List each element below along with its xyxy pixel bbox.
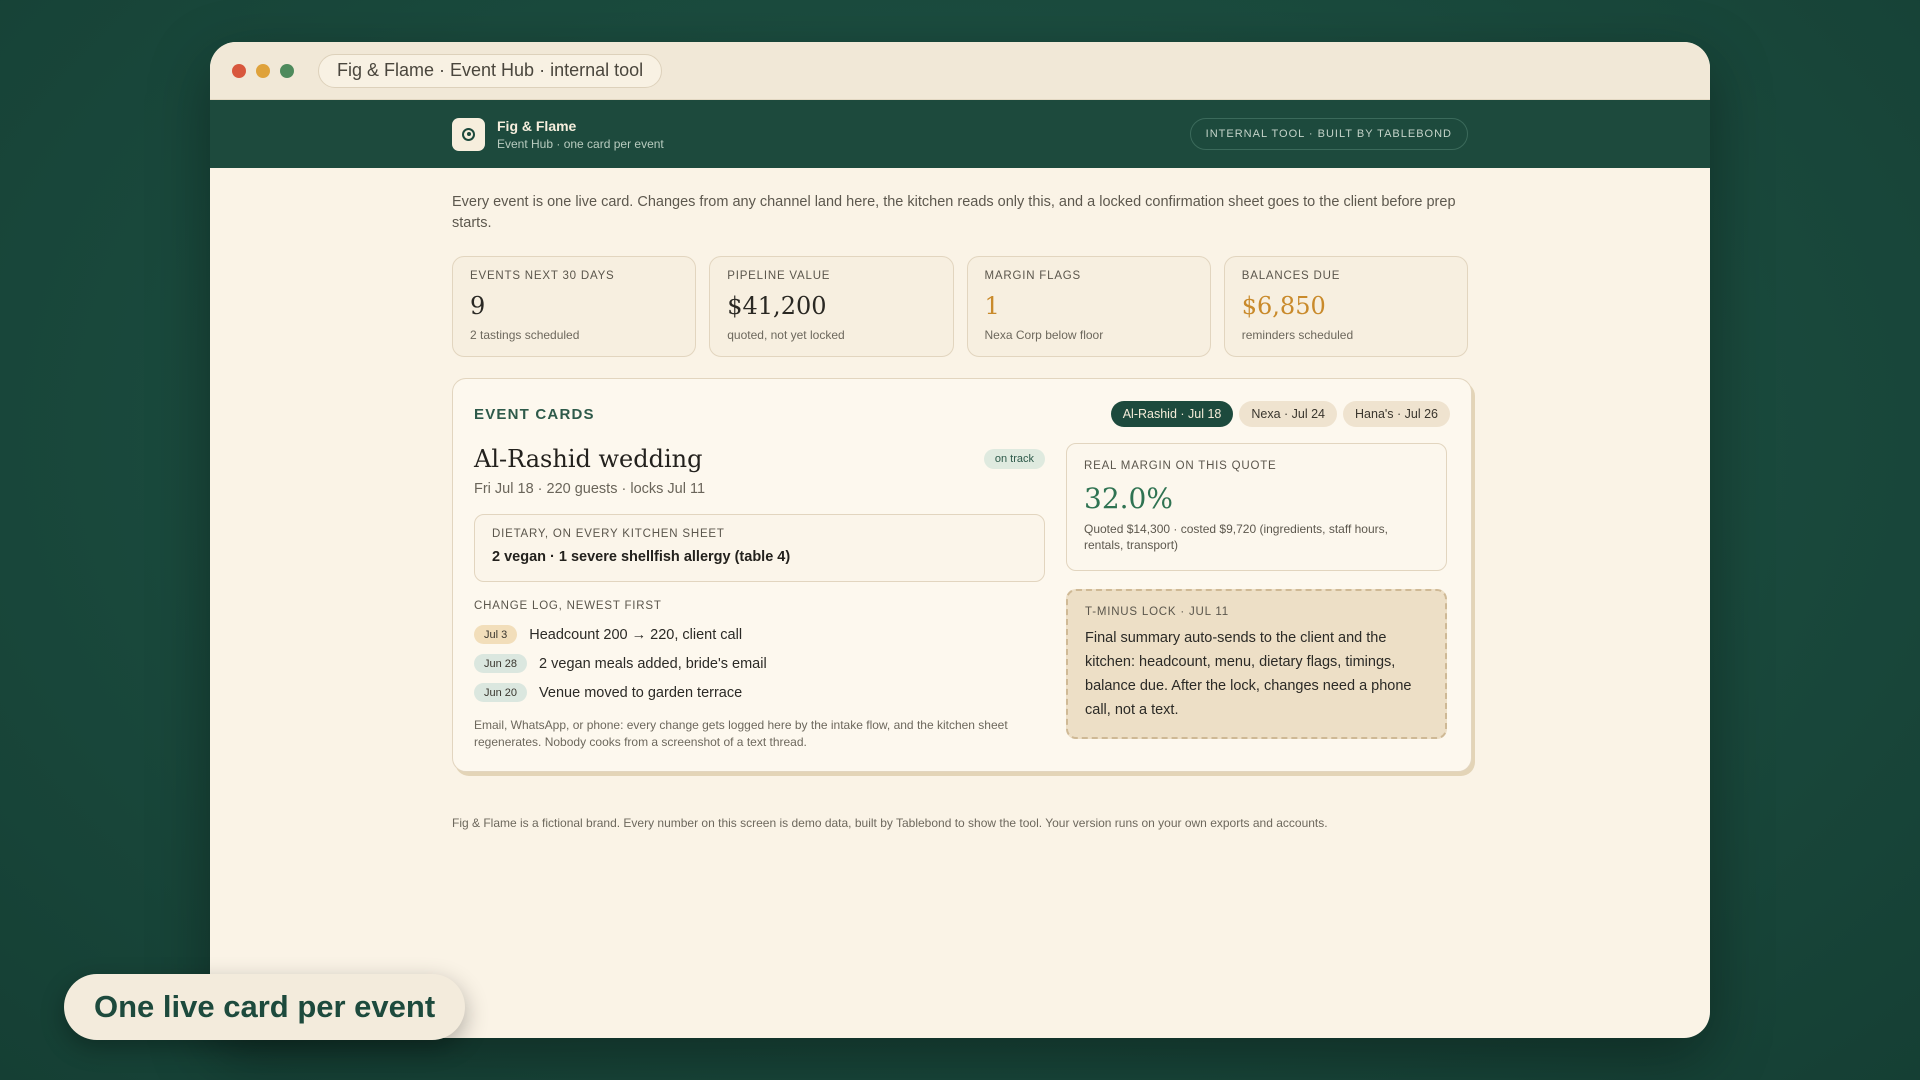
log-note: Email, WhatsApp, or phone: every change … (474, 718, 1008, 749)
event-card: Al-Rashid wedding on track Fri Jul 18 · … (474, 443, 1450, 751)
stats-row: EVENTS NEXT 30 DAYS 9 2 tastings schedul… (452, 256, 1468, 357)
target-icon (452, 117, 485, 151)
stat-label: MARGIN FLAGS (984, 270, 1082, 282)
event-tabs: Al-Rashid · Jul 18 Nexa · Jul 24 Hana's … (1110, 401, 1450, 427)
list-item: Jun 20 Venue moved to garden terrace (474, 678, 1045, 707)
date-chip: Jul 3 (474, 625, 518, 644)
dietary-label: DIETARY, ON EVERY KITCHEN SHEET (492, 528, 725, 540)
stat-balances-due: BALANCES DUE $6,850 reminders scheduled (1223, 256, 1468, 357)
tab-hanas[interactable]: Hana's · Jul 26 (1343, 401, 1450, 427)
event-cards-panel: EVENT CARDS Al-Rashid · Jul 18 Nexa · Ju… (452, 378, 1472, 772)
maximize-window-button[interactable] (280, 63, 294, 78)
stat-margin-flags: MARGIN FLAGS 1 Nexa Corp below floor (966, 256, 1211, 357)
intro-text: Every event is one live card. Changes fr… (452, 194, 1456, 231)
close-window-button[interactable] (232, 63, 246, 78)
list-item: Jul 3 Headcount 200 → 220, client call (474, 620, 1045, 649)
stat-subtext: Nexa Corp below floor (984, 328, 1104, 342)
stat-value: $41,200 (727, 292, 827, 320)
main-content: Every event is one live card. Changes fr… (210, 168, 1710, 830)
margin-box: REAL MARGIN ON THIS QUOTE 32.0% Quoted $… (1066, 443, 1447, 571)
dietary-box: DIETARY, ON EVERY KITCHEN SHEET 2 vegan … (474, 514, 1045, 582)
stat-pipeline-value: PIPELINE VALUE $41,200 quoted, not yet l… (709, 256, 954, 357)
margin-note: Quoted $14,300 · costed $9,720 (ingredie… (1084, 522, 1388, 552)
brand-subtitle: Event Hub · one card per event (497, 136, 664, 151)
dietary-text: 2 vegan · 1 severe shellfish allergy (ta… (492, 549, 791, 565)
tab-al-rashid[interactable]: Al-Rashid · Jul 18 (1110, 401, 1234, 427)
log-text: 2 vegan meals added, bride's email (539, 655, 767, 672)
margin-value: 32.0% (1084, 482, 1173, 515)
brand-name: Fig & Flame (497, 117, 577, 134)
stat-label: EVENTS NEXT 30 DAYS (470, 270, 615, 282)
log-text: Venue moved to garden terrace (539, 684, 743, 701)
panel-title: EVENT CARDS (474, 405, 595, 423)
title-bar: Fig & Flame · Event Hub · internal tool (210, 42, 1710, 100)
stat-value: 1 (984, 292, 1000, 320)
lock-box: T-MINUS LOCK · JUL 11 Final summary auto… (1066, 589, 1447, 739)
caption-pill: One live card per event (64, 974, 466, 1040)
event-title: Al-Rashid wedding (474, 445, 703, 473)
stat-label: BALANCES DUE (1241, 270, 1341, 282)
disclaimer: Fig & Flame is a fictional brand. Every … (452, 816, 1328, 830)
brand[interactable]: Fig & Flame Event Hub · one card per eve… (452, 117, 664, 151)
margin-label: REAL MARGIN ON THIS QUOTE (1084, 460, 1277, 472)
lock-label: T-MINUS LOCK · JUL 11 (1085, 606, 1229, 618)
panel-header: EVENT CARDS Al-Rashid · Jul 18 Nexa · Ju… (474, 401, 1450, 427)
lock-text: Final summary auto-sends to the client a… (1085, 630, 1412, 718)
event-details: Al-Rashid wedding on track Fri Jul 18 · … (474, 443, 1045, 751)
minimize-window-button[interactable] (256, 63, 270, 78)
date-chip: Jun 28 (474, 654, 528, 673)
stat-subtext: 2 tastings scheduled (470, 328, 580, 342)
list-item: Jun 28 2 vegan meals added, bride's emai… (474, 649, 1045, 678)
stat-subtext: reminders scheduled (1241, 328, 1354, 342)
date-chip: Jun 20 (474, 683, 528, 702)
stat-subtext: quoted, not yet locked (727, 328, 845, 342)
tab-nexa[interactable]: Nexa · Jul 24 (1239, 401, 1338, 427)
stat-value: 9 (470, 292, 486, 320)
internal-tool-badge: INTERNAL TOOL · BUILT BY TABLEBOND (1189, 118, 1468, 150)
app-header: Fig & Flame Event Hub · one card per eve… (210, 100, 1710, 168)
stat-label: PIPELINE VALUE (727, 270, 831, 282)
stat-value: $6,850 (1241, 292, 1326, 320)
event-side: REAL MARGIN ON THIS QUOTE 32.0% Quoted $… (1066, 443, 1447, 751)
status-badge: on track (983, 449, 1045, 469)
change-log: Jul 3 Headcount 200 → 220, client call J… (474, 620, 1045, 707)
stat-events-next-30-days: EVENTS NEXT 30 DAYS 9 2 tastings schedul… (452, 256, 697, 357)
app-window: Fig & Flame · Event Hub · internal tool … (210, 42, 1710, 1038)
event-subtitle: Fri Jul 18 · 220 guests · locks Jul 11 (474, 481, 706, 497)
log-text: Headcount 200 → 220, client call (529, 626, 743, 643)
change-log-label: CHANGE LOG, NEWEST FIRST (474, 600, 662, 612)
window-title-pill: Fig & Flame · Event Hub · internal tool (318, 53, 663, 88)
